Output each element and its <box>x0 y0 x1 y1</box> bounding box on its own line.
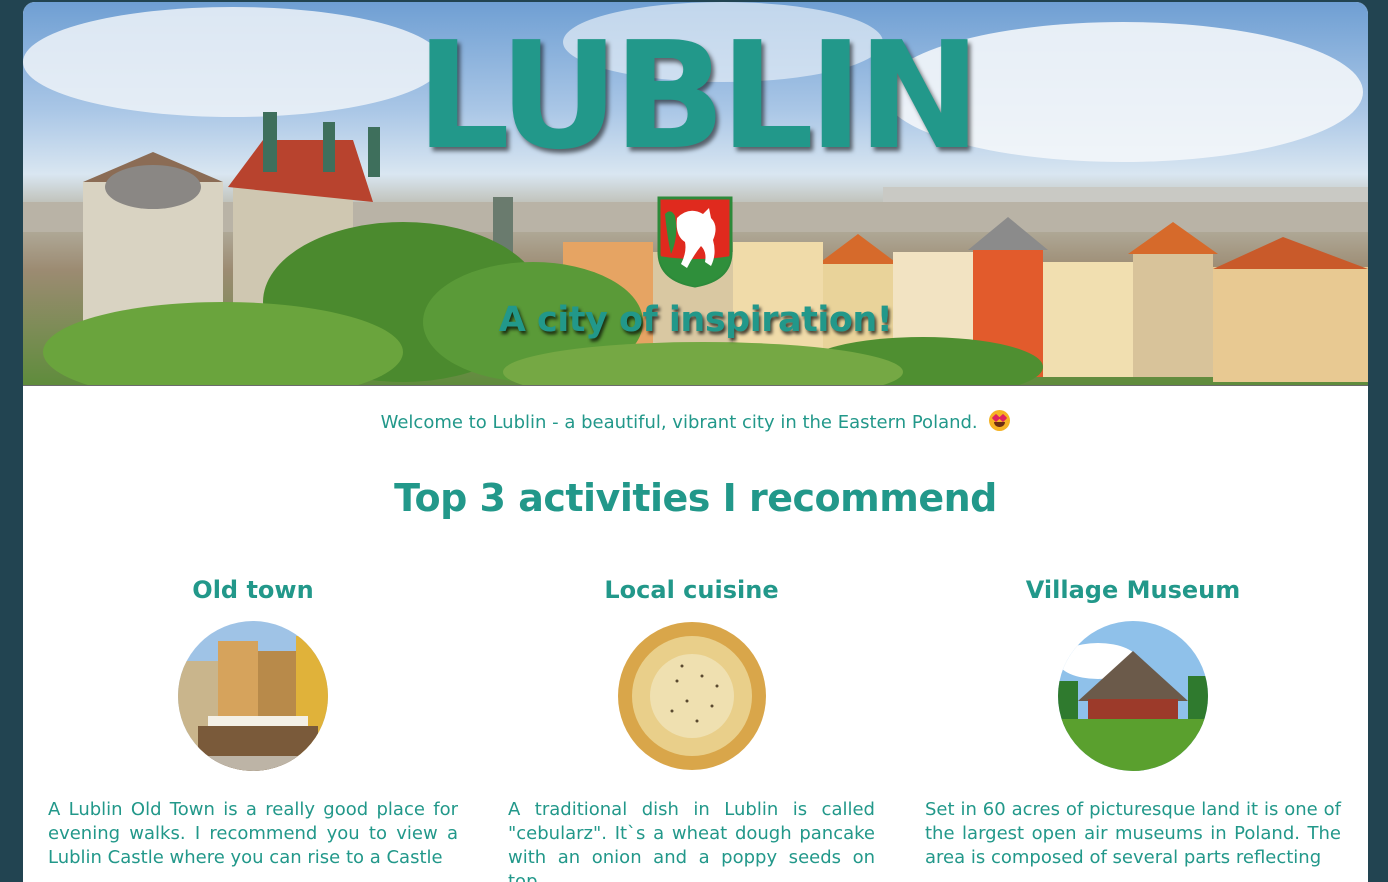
activity-title: Local cuisine <box>604 576 779 604</box>
activity-card-local-cuisine: Local cuisine A traditional dish in Lubl… <box>508 576 875 882</box>
activity-description: A traditional dish in Lublin is called "… <box>508 799 875 882</box>
star-struck-emoji-icon <box>989 410 1011 431</box>
cebularz-pancake-image <box>616 621 767 771</box>
hero-subtitle: A city of inspiration! <box>498 300 893 340</box>
hero-title: LUBLIN <box>415 10 981 182</box>
activities-heading: Top 3 activities I recommend <box>394 476 997 520</box>
hero-banner: LUBLIN A city of inspiration! <box>23 2 1368 386</box>
welcome-text: Welcome to Lublin - a beautiful, vibrant… <box>23 410 1368 433</box>
lublin-coat-of-arms-icon <box>657 196 733 288</box>
village-museum-house-image <box>1058 621 1208 771</box>
activity-title: Old town <box>192 576 314 604</box>
old-town-street-image <box>178 621 328 771</box>
activity-card-village-museum: Village Museum Set in 60 acres of pictur… <box>925 576 1341 870</box>
activity-title: Village Museum <box>1025 576 1241 604</box>
welcome-message: Welcome to Lublin - a beautiful, vibrant… <box>380 412 978 433</box>
activity-description: Set in 60 acres of picturesque land it i… <box>925 799 1341 868</box>
page-card: LUBLIN A city of inspiration! Welcome to… <box>23 2 1368 882</box>
activity-description: A Lublin Old Town is a really good place… <box>48 799 458 868</box>
activity-card-old-town: Old town A Lublin Old Town is a really g… <box>48 576 458 870</box>
